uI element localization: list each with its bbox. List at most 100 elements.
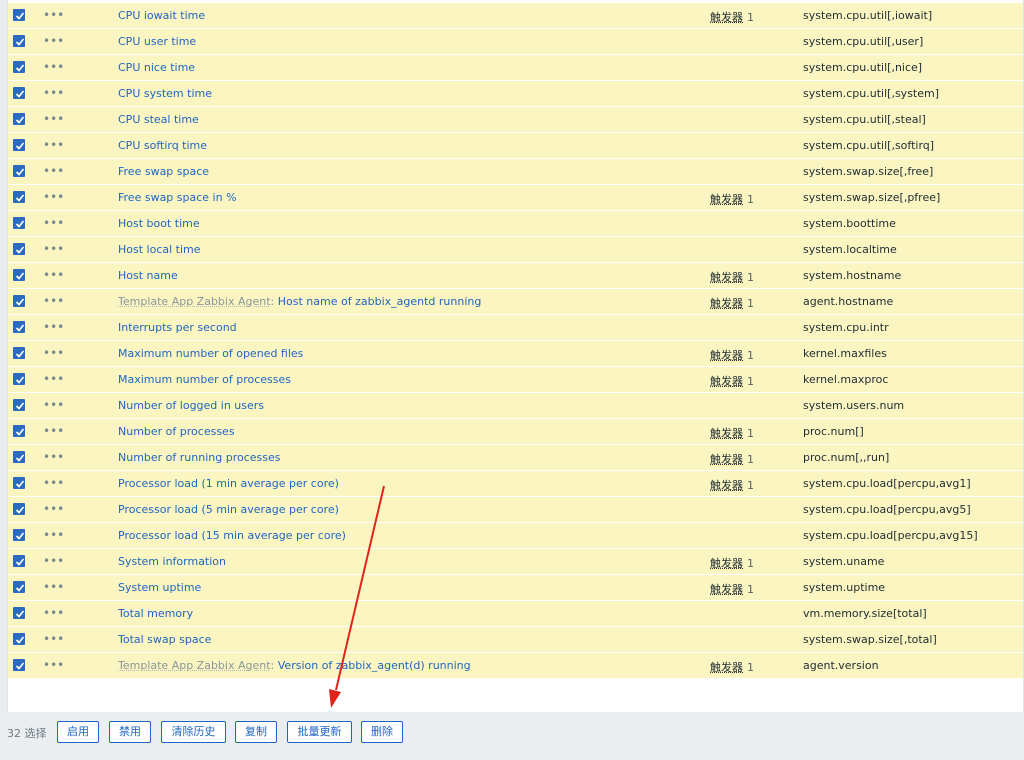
- ellipsis-icon[interactable]: •••: [43, 554, 64, 568]
- item-name-link[interactable]: Host local time: [118, 243, 201, 256]
- ellipsis-icon[interactable]: •••: [43, 346, 64, 360]
- row-checkbox[interactable]: [13, 139, 25, 151]
- triggers-link[interactable]: 触发器 1: [710, 9, 754, 25]
- item-name-link[interactable]: CPU nice time: [118, 61, 195, 74]
- copy-button[interactable]: 复制: [235, 721, 277, 743]
- item-name-link[interactable]: System information: [118, 555, 226, 568]
- triggers-link[interactable]: 触发器 1: [710, 295, 754, 311]
- template-link[interactable]: Template App Zabbix Agent: [118, 295, 271, 308]
- item-name-link[interactable]: Host name: [118, 269, 178, 282]
- row-checkbox[interactable]: [13, 399, 25, 411]
- row-checkbox[interactable]: [13, 191, 25, 203]
- ellipsis-icon[interactable]: •••: [43, 164, 64, 178]
- triggers-link[interactable]: 触发器 1: [710, 659, 754, 675]
- item-name-link[interactable]: Version of zabbix_agent(d) running: [278, 659, 471, 672]
- item-name-link[interactable]: CPU iowait time: [118, 9, 205, 22]
- template-link[interactable]: Template App Zabbix Agent: [118, 659, 271, 672]
- ellipsis-icon[interactable]: •••: [43, 424, 64, 438]
- triggers-link[interactable]: 触发器 1: [710, 555, 754, 571]
- row-checkbox[interactable]: [13, 373, 25, 385]
- item-name-link[interactable]: Total swap space: [118, 633, 211, 646]
- row-checkbox[interactable]: [13, 243, 25, 255]
- triggers-link[interactable]: 触发器 1: [710, 373, 754, 389]
- item-name-link[interactable]: Host boot time: [118, 217, 200, 230]
- item-name-link[interactable]: Processor load (15 min average per core): [118, 529, 346, 542]
- ellipsis-icon[interactable]: •••: [43, 268, 64, 282]
- item-name-link[interactable]: CPU softirq time: [118, 139, 207, 152]
- row-checkbox[interactable]: [13, 607, 25, 619]
- mass-update-button[interactable]: 批量更新: [287, 721, 352, 743]
- item-name-link[interactable]: Number of processes: [118, 425, 235, 438]
- item-name-link[interactable]: System uptime: [118, 581, 201, 594]
- item-key: system.swap.size[,total]: [803, 633, 937, 646]
- triggers-link[interactable]: 触发器 1: [710, 451, 754, 467]
- row-checkbox[interactable]: [13, 581, 25, 593]
- triggers-link[interactable]: 触发器 1: [710, 425, 754, 441]
- ellipsis-icon[interactable]: •••: [43, 86, 64, 100]
- row-checkbox[interactable]: [13, 633, 25, 645]
- item-key: system.cpu.util[,steal]: [803, 113, 926, 126]
- ellipsis-icon[interactable]: •••: [43, 294, 64, 308]
- row-checkbox[interactable]: [13, 503, 25, 515]
- row-checkbox[interactable]: [13, 9, 25, 21]
- ellipsis-icon[interactable]: •••: [43, 320, 64, 334]
- triggers-link[interactable]: 触发器 1: [710, 581, 754, 597]
- item-name-link[interactable]: Number of running processes: [118, 451, 281, 464]
- ellipsis-icon[interactable]: •••: [43, 216, 64, 230]
- delete-button[interactable]: 删除: [361, 721, 403, 743]
- disable-button[interactable]: 禁用: [109, 721, 151, 743]
- ellipsis-icon[interactable]: •••: [43, 658, 64, 672]
- triggers-link[interactable]: 触发器 1: [710, 347, 754, 363]
- enable-button[interactable]: 启用: [57, 721, 99, 743]
- ellipsis-icon[interactable]: •••: [43, 34, 64, 48]
- item-name-link[interactable]: Interrupts per second: [118, 321, 237, 334]
- triggers-link[interactable]: 触发器 1: [710, 191, 754, 207]
- row-checkbox[interactable]: [13, 295, 25, 307]
- row-checkbox[interactable]: [13, 425, 25, 437]
- item-name-link[interactable]: CPU steal time: [118, 113, 199, 126]
- ellipsis-icon[interactable]: •••: [43, 60, 64, 74]
- item-name-link[interactable]: CPU system time: [118, 87, 212, 100]
- row-checkbox[interactable]: [13, 659, 25, 671]
- ellipsis-icon[interactable]: •••: [43, 112, 64, 126]
- ellipsis-icon[interactable]: •••: [43, 632, 64, 646]
- row-checkbox[interactable]: [13, 529, 25, 541]
- item-name-link[interactable]: Total memory: [118, 607, 193, 620]
- row-checkbox[interactable]: [13, 113, 25, 125]
- row-checkbox[interactable]: [13, 165, 25, 177]
- row-checkbox[interactable]: [13, 347, 25, 359]
- row-checkbox[interactable]: [13, 35, 25, 47]
- item-name-link[interactable]: Number of logged in users: [118, 399, 264, 412]
- row-checkbox[interactable]: [13, 61, 25, 73]
- ellipsis-icon[interactable]: •••: [43, 450, 64, 464]
- row-checkbox[interactable]: [13, 477, 25, 489]
- row-checkbox[interactable]: [13, 555, 25, 567]
- triggers-link[interactable]: 触发器 1: [710, 477, 754, 493]
- triggers-link[interactable]: 触发器 1: [710, 269, 754, 285]
- ellipsis-icon[interactable]: •••: [43, 138, 64, 152]
- ellipsis-icon[interactable]: •••: [43, 8, 64, 22]
- item-name-link[interactable]: Free swap space: [118, 165, 209, 178]
- item-name-link[interactable]: Maximum number of processes: [118, 373, 291, 386]
- item-name-link[interactable]: Free swap space in %: [118, 191, 237, 204]
- ellipsis-icon[interactable]: •••: [43, 502, 64, 516]
- ellipsis-icon[interactable]: •••: [43, 580, 64, 594]
- item-name-link[interactable]: CPU user time: [118, 35, 196, 48]
- item-name-link[interactable]: Maximum number of opened files: [118, 347, 303, 360]
- ellipsis-icon[interactable]: •••: [43, 242, 64, 256]
- ellipsis-icon[interactable]: •••: [43, 190, 64, 204]
- row-checkbox[interactable]: [13, 321, 25, 333]
- row-checkbox[interactable]: [13, 217, 25, 229]
- ellipsis-icon[interactable]: •••: [43, 476, 64, 490]
- clear-history-button[interactable]: 清除历史: [161, 721, 226, 743]
- row-checkbox[interactable]: [13, 451, 25, 463]
- item-name-link[interactable]: Processor load (1 min average per core): [118, 477, 339, 490]
- row-checkbox[interactable]: [13, 87, 25, 99]
- row-checkbox[interactable]: [13, 269, 25, 281]
- item-name-link[interactable]: Host name of zabbix_agentd running: [278, 295, 482, 308]
- ellipsis-icon[interactable]: •••: [43, 372, 64, 386]
- ellipsis-icon[interactable]: •••: [43, 606, 64, 620]
- item-name-link[interactable]: Processor load (5 min average per core): [118, 503, 339, 516]
- ellipsis-icon[interactable]: •••: [43, 528, 64, 542]
- ellipsis-icon[interactable]: •••: [43, 398, 64, 412]
